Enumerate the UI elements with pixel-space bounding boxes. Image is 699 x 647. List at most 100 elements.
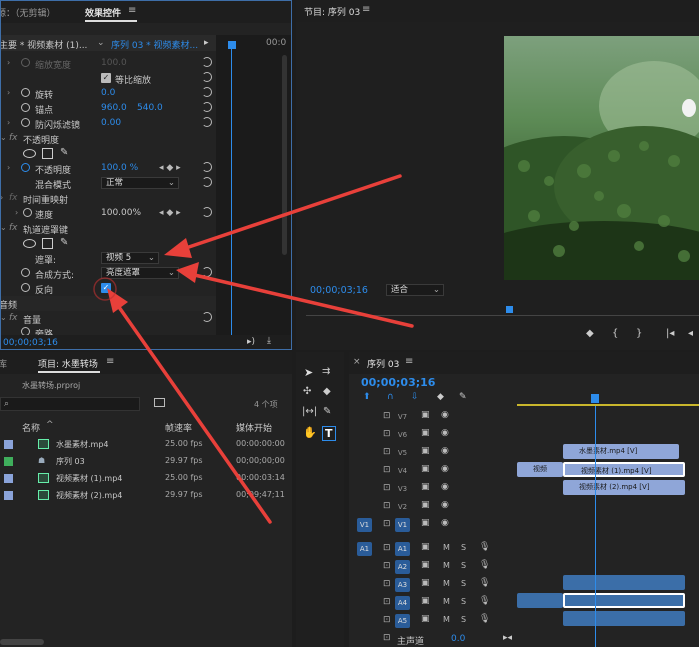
solo-button[interactable]: S <box>461 615 466 624</box>
list-item[interactable]: 水墨素材.mp4 25.00 fps 00:00:00:00 <box>0 436 290 453</box>
rectangle-mask-icon[interactable] <box>42 148 53 159</box>
lock-icon[interactable]: ⊡ <box>383 615 391 625</box>
ellipse-mask-icon[interactable] <box>23 149 36 158</box>
program-timecode[interactable]: 00;00;03;16 <box>310 285 368 296</box>
fit-dropdown[interactable]: 适合 ⌄ <box>386 284 444 296</box>
settings-wrench-icon[interactable]: ✎ <box>459 392 467 402</box>
toggle-sync-lock-icon[interactable]: ▣ <box>421 578 430 588</box>
panel-menu-icon[interactable]: ≡ <box>128 5 136 16</box>
tab-effect-controls[interactable]: 效果控件 <box>85 6 121 19</box>
hand-tool-icon[interactable]: ✋ <box>303 426 317 439</box>
tab-sequence[interactable]: 序列 03 <box>367 357 399 370</box>
antiflicker-value[interactable]: 0.00 <box>101 118 121 128</box>
label-color-swatch[interactable] <box>4 457 13 466</box>
step-back-icon[interactable]: ◂ <box>688 328 693 339</box>
panel-menu-icon[interactable]: ≡ <box>362 4 370 15</box>
source-patch-v1[interactable]: V1 <box>357 518 372 532</box>
track-select-tool-icon[interactable]: ⇉ <box>322 366 330 377</box>
col-media-start-header[interactable]: 媒体开始 <box>236 421 272 434</box>
anchor-x-value[interactable]: 960.0 <box>101 103 127 113</box>
matte-dropdown[interactable]: 视频 5 ⌄ <box>101 252 159 264</box>
tab-libraries[interactable]: 库 <box>0 357 7 370</box>
label-color-swatch[interactable] <box>4 474 13 483</box>
anchor-y-value[interactable]: 540.0 <box>137 103 163 113</box>
reset-icon[interactable] <box>202 267 212 277</box>
list-item[interactable]: 视频素材 (2).mp4 29.97 fps 00;09;47;11 <box>0 487 290 504</box>
eye-icon[interactable]: ◉ <box>441 482 449 492</box>
toggle-sync-lock-icon[interactable]: ▣ <box>421 500 430 510</box>
microphone-icon[interactable]: 🎙 <box>479 614 490 624</box>
reverse-checkbox[interactable]: ✓ <box>101 283 111 293</box>
reset-icon[interactable] <box>202 117 212 127</box>
eye-icon[interactable]: ◉ <box>441 500 449 510</box>
mute-button[interactable]: M <box>443 597 450 606</box>
track-target[interactable]: V2 <box>395 500 410 514</box>
stopwatch-icon[interactable] <box>21 88 30 97</box>
solo-button[interactable]: S <box>461 579 466 588</box>
uniform-scale-checkbox[interactable]: ✓ <box>101 73 111 83</box>
play-only-icon[interactable]: ▸ <box>204 38 209 48</box>
track-target[interactable]: V6 <box>395 428 410 442</box>
mark-in-icon[interactable]: { <box>612 328 618 339</box>
toggle-sync-lock-icon[interactable]: ▣ <box>421 446 430 456</box>
list-item[interactable]: 视频素材 (1).mp4 25.00 fps 00:00:03:14 <box>0 470 290 487</box>
toggle-sync-lock-icon[interactable]: ▣ <box>421 614 430 624</box>
master-value[interactable]: 0.0 <box>451 634 465 644</box>
toggle-sync-lock-icon[interactable]: ▣ <box>421 410 430 420</box>
lock-icon[interactable]: ⊡ <box>383 579 391 589</box>
pen-mask-icon[interactable]: ✎ <box>60 147 68 158</box>
label-color-swatch[interactable] <box>4 491 13 500</box>
panel-menu-icon[interactable]: ≡ <box>405 356 413 367</box>
lock-icon[interactable]: ⊡ <box>383 411 391 421</box>
track-target[interactable]: V1 <box>395 518 410 532</box>
microphone-icon[interactable]: 🎙 <box>479 542 490 552</box>
reset-icon[interactable] <box>202 87 212 97</box>
scale-width-value[interactable]: 100.0 <box>101 58 127 68</box>
list-item[interactable]: ☗ 序列 03 29.97 fps 00;00;00;00 <box>0 453 290 470</box>
solo-button[interactable]: S <box>461 543 466 552</box>
tab-program[interactable]: 节目: 序列 03 <box>304 5 360 18</box>
blend-mode-dropdown[interactable]: 正常 ⌄ <box>101 177 179 189</box>
stopwatch-icon[interactable] <box>21 283 30 292</box>
new-bin-icon[interactable] <box>154 398 165 407</box>
rectangle-mask-icon[interactable] <box>42 238 53 249</box>
project-search-input[interactable]: ⌕ <box>0 397 140 411</box>
pen-tool-icon[interactable]: ✎ <box>323 406 331 417</box>
eye-icon[interactable]: ◉ <box>441 428 449 438</box>
track-target[interactable]: A2 <box>395 560 410 574</box>
fx-icon[interactable]: fx <box>9 313 18 323</box>
lock-icon[interactable]: ⊡ <box>383 561 391 571</box>
project-hscrollbar[interactable] <box>0 639 44 645</box>
export-icon[interactable]: ⤓ <box>267 336 271 346</box>
speed-value[interactable]: 100.00% <box>101 208 141 218</box>
mute-button[interactable]: M <box>443 579 450 588</box>
nest-icon[interactable]: ⬆ <box>363 392 371 402</box>
toggle-sync-lock-icon[interactable]: ▣ <box>421 464 430 474</box>
reset-icon[interactable] <box>202 177 212 187</box>
keyframe-nav-icon[interactable]: ◂ ◆ ▸ <box>159 208 181 218</box>
ripple-edit-tool-icon[interactable]: ✣ <box>303 386 311 397</box>
pen-mask-icon[interactable]: ✎ <box>60 237 68 248</box>
effect-scrollbar[interactable] <box>282 55 287 255</box>
audio-clip-a4[interactable] <box>563 593 685 608</box>
toggle-sync-lock-icon[interactable]: ▣ <box>421 542 430 552</box>
snap-icon[interactable]: ∩ <box>387 392 394 402</box>
lock-icon[interactable]: ⊡ <box>383 429 391 439</box>
sequence-clip-label[interactable]: 序列 03 * 视频素材... <box>111 38 198 51</box>
eye-icon[interactable]: ◉ <box>441 410 449 420</box>
eye-icon[interactable]: ◉ <box>441 464 449 474</box>
opacity-value[interactable]: 100.0 % <box>101 163 138 173</box>
add-marker-icon[interactable]: ◆ <box>586 328 594 339</box>
reset-icon[interactable] <box>202 207 212 217</box>
eye-icon[interactable]: ◉ <box>441 446 449 456</box>
composite-dropdown[interactable]: 亮度遮罩 ⌄ <box>101 267 179 279</box>
solo-button[interactable]: S <box>461 561 466 570</box>
reset-icon[interactable] <box>202 57 212 67</box>
reset-icon[interactable] <box>202 72 212 82</box>
clip-ink-material[interactable]: 水墨素材.mp4 [V] <box>563 444 679 459</box>
mark-out-icon[interactable]: } <box>636 328 642 339</box>
track-target[interactable]: A5 <box>395 614 410 628</box>
audio-clip-a3[interactable] <box>563 575 685 590</box>
add-marker-icon[interactable]: ◆ <box>437 392 444 402</box>
timeline-playhead-handle[interactable] <box>591 394 599 403</box>
